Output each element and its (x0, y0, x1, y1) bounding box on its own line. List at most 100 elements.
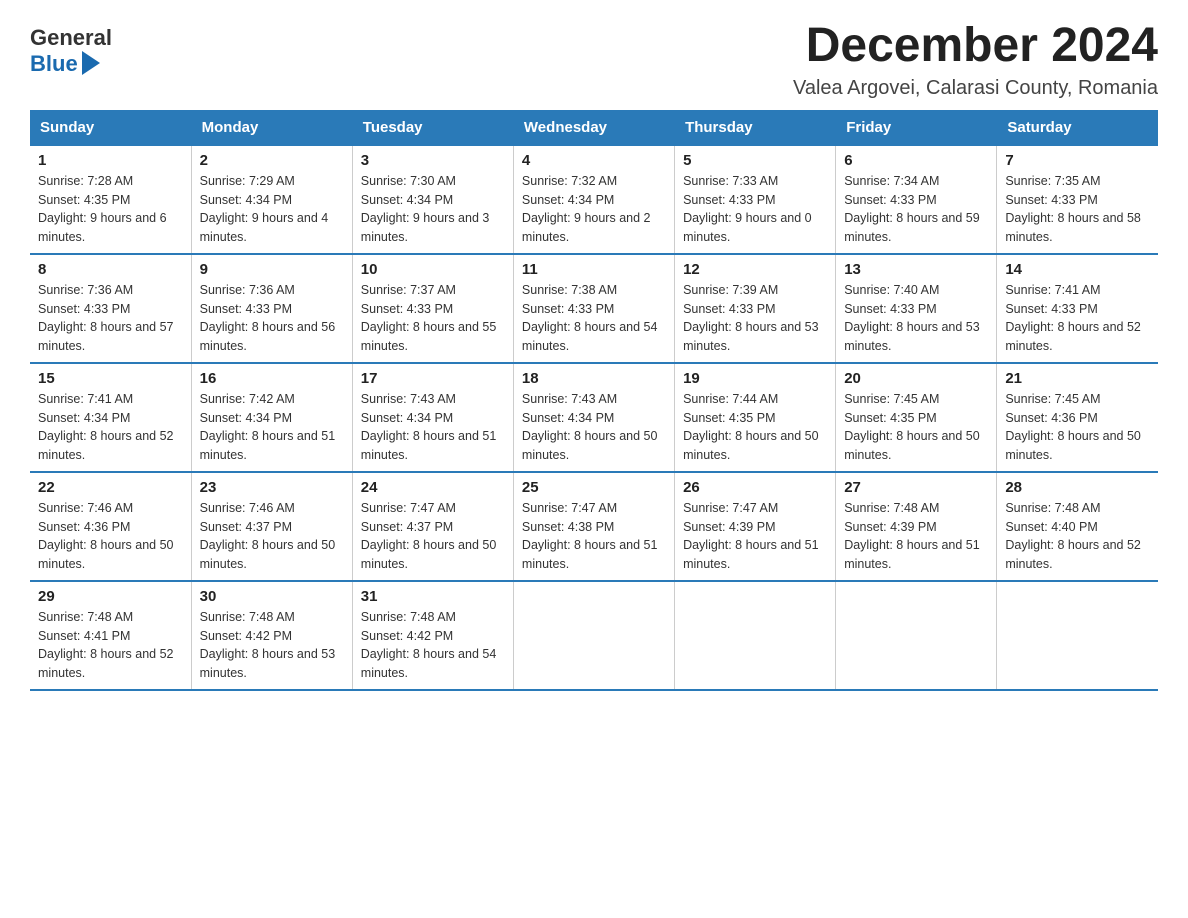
day-number: 17 (361, 370, 505, 387)
day-number: 4 (522, 152, 666, 169)
calendar-cell (513, 581, 674, 690)
day-number: 8 (38, 261, 183, 278)
day-info: Sunrise: 7:35 AMSunset: 4:33 PMDaylight:… (1005, 172, 1150, 247)
calendar-cell: 5Sunrise: 7:33 AMSunset: 4:33 PMDaylight… (675, 145, 836, 254)
day-info: Sunrise: 7:37 AMSunset: 4:33 PMDaylight:… (361, 281, 505, 356)
day-info: Sunrise: 7:42 AMSunset: 4:34 PMDaylight:… (200, 390, 344, 465)
calendar-cell: 24 Sunrise: 7:47 AMSunset: 4:37 PMDayligh… (352, 472, 513, 581)
day-info: Sunrise: 7:40 AMSunset: 4:33 PMDaylight:… (844, 281, 988, 356)
calendar-cell: 9Sunrise: 7:36 AMSunset: 4:33 PMDaylight… (191, 254, 352, 363)
day-number: 30 (200, 588, 344, 605)
calendar-week-row: 29 Sunrise: 7:48 AMSunset: 4:41 PMDayligh… (30, 581, 1158, 690)
calendar-cell: 15 Sunrise: 7:41 AMSunset: 4:34 PMDayligh… (30, 363, 191, 472)
day-info: Sunrise: 7:48 AMSunset: 4:42 PMDaylight:… (361, 608, 505, 683)
day-info: Sunrise: 7:48 AMSunset: 4:41 PMDaylight:… (38, 608, 183, 683)
calendar-table: SundayMondayTuesdayWednesdayThursdayFrid… (30, 110, 1158, 691)
day-info: Sunrise: 7:45 AMSunset: 4:35 PMDaylight:… (844, 390, 988, 465)
column-header-wednesday: Wednesday (513, 110, 674, 145)
day-number: 25 (522, 479, 666, 496)
day-info: Sunrise: 7:30 AMSunset: 4:34 PMDaylight:… (361, 172, 505, 247)
calendar-cell (675, 581, 836, 690)
day-info: Sunrise: 7:46 AMSunset: 4:36 PMDaylight:… (38, 499, 183, 574)
calendar-week-row: 22 Sunrise: 7:46 AMSunset: 4:36 PMDayligh… (30, 472, 1158, 581)
calendar-cell: 30 Sunrise: 7:48 AMSunset: 4:42 PMDayligh… (191, 581, 352, 690)
day-number: 31 (361, 588, 505, 605)
day-info: Sunrise: 7:47 AMSunset: 4:37 PMDaylight:… (361, 499, 505, 574)
day-info: Sunrise: 7:47 AMSunset: 4:38 PMDaylight:… (522, 499, 666, 574)
location-subtitle: Valea Argovei, Calarasi County, Romania (793, 77, 1158, 100)
calendar-week-row: 15 Sunrise: 7:41 AMSunset: 4:34 PMDayligh… (30, 363, 1158, 472)
calendar-cell: 18Sunrise: 7:43 AMSunset: 4:34 PMDayligh… (513, 363, 674, 472)
day-number: 18 (522, 370, 666, 387)
calendar-cell: 6 Sunrise: 7:34 AMSunset: 4:33 PMDaylight… (836, 145, 997, 254)
day-info: Sunrise: 7:45 AMSunset: 4:36 PMDaylight:… (1005, 390, 1150, 465)
day-number: 15 (38, 370, 183, 387)
day-number: 28 (1005, 479, 1150, 496)
calendar-cell: 1 Sunrise: 7:28 AMSunset: 4:35 PMDaylight… (30, 145, 191, 254)
page-header: General Blue December 2024 Valea Argovei… (30, 20, 1158, 100)
day-info: Sunrise: 7:41 AMSunset: 4:34 PMDaylight:… (38, 390, 183, 465)
logo: General Blue (30, 20, 112, 77)
day-info: Sunrise: 7:48 AMSunset: 4:40 PMDaylight:… (1005, 499, 1150, 574)
column-header-monday: Monday (191, 110, 352, 145)
calendar-cell: 13 Sunrise: 7:40 AMSunset: 4:33 PMDayligh… (836, 254, 997, 363)
day-number: 24 (361, 479, 505, 496)
day-number: 23 (200, 479, 344, 496)
calendar-cell: 14 Sunrise: 7:41 AMSunset: 4:33 PMDayligh… (997, 254, 1158, 363)
calendar-cell: 12 Sunrise: 7:39 AMSunset: 4:33 PMDayligh… (675, 254, 836, 363)
day-number: 6 (844, 152, 988, 169)
month-year-title: December 2024 (793, 20, 1158, 73)
title-section: December 2024 Valea Argovei, Calarasi Co… (793, 20, 1158, 100)
day-info: Sunrise: 7:36 AMSunset: 4:33 PMDaylight:… (38, 281, 183, 356)
calendar-week-row: 8 Sunrise: 7:36 AMSunset: 4:33 PMDaylight… (30, 254, 1158, 363)
calendar-cell (836, 581, 997, 690)
calendar-cell: 21Sunrise: 7:45 AMSunset: 4:36 PMDayligh… (997, 363, 1158, 472)
calendar-cell (997, 581, 1158, 690)
day-number: 13 (844, 261, 988, 278)
day-number: 10 (361, 261, 505, 278)
day-number: 20 (844, 370, 988, 387)
day-number: 22 (38, 479, 183, 496)
day-info: Sunrise: 7:44 AMSunset: 4:35 PMDaylight:… (683, 390, 827, 465)
calendar-cell: 16 Sunrise: 7:42 AMSunset: 4:34 PMDayligh… (191, 363, 352, 472)
day-info: Sunrise: 7:32 AMSunset: 4:34 PMDaylight:… (522, 172, 666, 247)
day-info: Sunrise: 7:48 AMSunset: 4:39 PMDaylight:… (844, 499, 988, 574)
day-number: 16 (200, 370, 344, 387)
day-info: Sunrise: 7:39 AMSunset: 4:33 PMDaylight:… (683, 281, 827, 356)
calendar-cell: 28 Sunrise: 7:48 AMSunset: 4:40 PMDayligh… (997, 472, 1158, 581)
day-number: 12 (683, 261, 827, 278)
day-number: 3 (361, 152, 505, 169)
day-number: 14 (1005, 261, 1150, 278)
day-info: Sunrise: 7:47 AMSunset: 4:39 PMDaylight:… (683, 499, 827, 574)
column-header-friday: Friday (836, 110, 997, 145)
calendar-week-row: 1 Sunrise: 7:28 AMSunset: 4:35 PMDaylight… (30, 145, 1158, 254)
day-number: 11 (522, 261, 666, 278)
calendar-cell: 23 Sunrise: 7:46 AMSunset: 4:37 PMDayligh… (191, 472, 352, 581)
day-number: 29 (38, 588, 183, 605)
calendar-cell: 27Sunrise: 7:48 AMSunset: 4:39 PMDayligh… (836, 472, 997, 581)
day-info: Sunrise: 7:28 AMSunset: 4:35 PMDaylight:… (38, 172, 183, 247)
day-info: Sunrise: 7:34 AMSunset: 4:33 PMDaylight:… (844, 172, 988, 247)
logo-arrow-icon (82, 51, 100, 75)
calendar-cell: 3 Sunrise: 7:30 AMSunset: 4:34 PMDaylight… (352, 145, 513, 254)
calendar-cell: 10 Sunrise: 7:37 AMSunset: 4:33 PMDayligh… (352, 254, 513, 363)
calendar-cell: 31 Sunrise: 7:48 AMSunset: 4:42 PMDayligh… (352, 581, 513, 690)
calendar-header-row: SundayMondayTuesdayWednesdayThursdayFrid… (30, 110, 1158, 145)
day-number: 19 (683, 370, 827, 387)
day-number: 1 (38, 152, 183, 169)
calendar-cell: 22 Sunrise: 7:46 AMSunset: 4:36 PMDayligh… (30, 472, 191, 581)
calendar-cell: 20 Sunrise: 7:45 AMSunset: 4:35 PMDayligh… (836, 363, 997, 472)
day-info: Sunrise: 7:33 AMSunset: 4:33 PMDaylight:… (683, 172, 827, 247)
calendar-cell: 11Sunrise: 7:38 AMSunset: 4:33 PMDayligh… (513, 254, 674, 363)
column-header-tuesday: Tuesday (352, 110, 513, 145)
calendar-cell: 17Sunrise: 7:43 AMSunset: 4:34 PMDayligh… (352, 363, 513, 472)
day-info: Sunrise: 7:46 AMSunset: 4:37 PMDaylight:… (200, 499, 344, 574)
column-header-saturday: Saturday (997, 110, 1158, 145)
calendar-cell: 26 Sunrise: 7:47 AMSunset: 4:39 PMDayligh… (675, 472, 836, 581)
day-number: 9 (200, 261, 344, 278)
day-number: 26 (683, 479, 827, 496)
calendar-cell: 29 Sunrise: 7:48 AMSunset: 4:41 PMDayligh… (30, 581, 191, 690)
day-info: Sunrise: 7:41 AMSunset: 4:33 PMDaylight:… (1005, 281, 1150, 356)
calendar-cell: 4 Sunrise: 7:32 AMSunset: 4:34 PMDaylight… (513, 145, 674, 254)
day-info: Sunrise: 7:48 AMSunset: 4:42 PMDaylight:… (200, 608, 344, 683)
